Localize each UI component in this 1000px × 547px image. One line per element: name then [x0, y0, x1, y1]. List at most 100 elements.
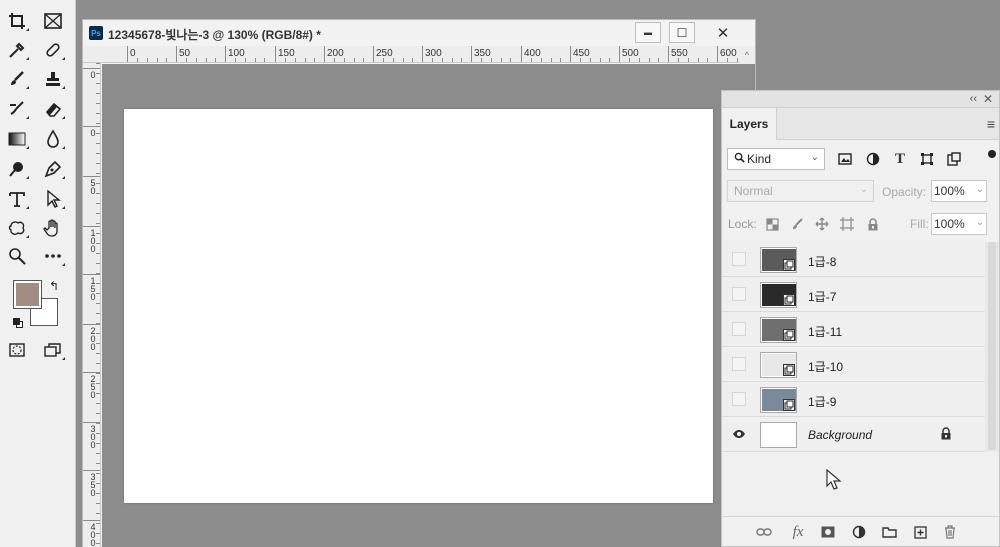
frame-tool-icon[interactable]: [38, 8, 68, 34]
type-filter-icon[interactable]: T: [892, 151, 908, 167]
swap-colors-icon[interactable]: ↰: [49, 279, 59, 293]
layer-thumbnail[interactable]: [760, 247, 797, 273]
layer-name[interactable]: 1급-8: [808, 253, 836, 270]
gradient-tool-icon[interactable]: [2, 126, 32, 152]
brush-tool-icon[interactable]: [2, 66, 32, 92]
folder-icon[interactable]: [880, 523, 898, 541]
visibility-toggle[interactable]: [732, 392, 746, 406]
close-button[interactable]: ✕: [703, 22, 743, 43]
document-titlebar[interactable]: Ps 12345678-빛나는-3 @ 130% (RGB/8#) * ▬ ☐ …: [83, 20, 755, 46]
ruler-major-tick: [521, 46, 522, 62]
adjustment-filter-icon[interactable]: [865, 151, 881, 167]
ruler-label: 3 0 0: [90, 424, 96, 450]
ruler-minor-tick: [96, 363, 100, 364]
hand-tool-icon[interactable]: [38, 215, 68, 241]
eyedropper-tool-icon[interactable]: [2, 37, 32, 63]
layer-row[interactable]: 1급-9: [722, 382, 985, 417]
lock-position-icon[interactable]: [814, 216, 830, 232]
collapse-panel-icon[interactable]: ‹‹: [970, 93, 977, 105]
close-panel-icon[interactable]: ✕: [983, 92, 993, 106]
ruler-label: 350: [474, 48, 491, 59]
default-colors-icon[interactable]: [13, 318, 23, 328]
trash-icon[interactable]: [941, 523, 959, 541]
kind-filter-select[interactable]: Kind ⌄: [727, 148, 825, 170]
ruler-minor-tick: [96, 223, 100, 224]
layer-name[interactable]: 1급-11: [808, 323, 842, 340]
horizontal-ruler[interactable]: 0 50 100 150 200 250 300 350 400 450 500 550 600: [83, 46, 739, 63]
layer-row[interactable]: Background: [722, 417, 985, 452]
layer-list[interactable]: 1급-8 1급-7 1급-11 1급-10 1급-9 Background: [722, 242, 985, 452]
eraser-tool-icon[interactable]: [38, 96, 68, 122]
maximize-button[interactable]: ☐: [669, 22, 695, 43]
smart-object-filter-icon[interactable]: [946, 151, 962, 167]
visibility-toggle[interactable]: [732, 357, 746, 371]
lock-all-icon[interactable]: [865, 216, 881, 232]
blend-mode-select[interactable]: Normal ⌄: [727, 180, 874, 202]
ruler-minor-tick: [96, 263, 100, 264]
layer-row[interactable]: 1급-10: [722, 347, 985, 382]
visibility-toggle[interactable]: [732, 252, 746, 266]
tab-layers[interactable]: Layers: [722, 108, 777, 140]
layer-name[interactable]: 1급-9: [808, 393, 836, 410]
visibility-toggle[interactable]: [732, 322, 746, 336]
scrollbar-thumb[interactable]: [988, 242, 996, 450]
lock-icon[interactable]: [940, 427, 952, 443]
shape-filter-icon[interactable]: [919, 151, 935, 167]
link-icon[interactable]: [755, 523, 773, 541]
path-selection-tool-icon[interactable]: [38, 186, 68, 212]
more-tools-icon[interactable]: [38, 243, 68, 269]
document-canvas[interactable]: [124, 109, 713, 503]
blend-row: Normal ⌄ Opacity: 100% ⌄: [722, 178, 999, 204]
lock-artboard-icon[interactable]: [839, 216, 855, 232]
pen-tool-icon[interactable]: [38, 156, 68, 182]
new-layer-icon[interactable]: [911, 523, 929, 541]
adjustment-icon[interactable]: [850, 523, 868, 541]
dodge-tool-icon[interactable]: [2, 156, 32, 182]
layer-row[interactable]: 1급-11: [722, 312, 985, 347]
layer-name[interactable]: 1급-10: [808, 358, 843, 375]
zoom-tool-icon[interactable]: [2, 243, 32, 269]
panel-menu-icon[interactable]: ≡: [987, 116, 995, 132]
eye-icon[interactable]: [732, 427, 746, 441]
screen-mode-icon[interactable]: [38, 337, 68, 363]
crop-tool-icon[interactable]: [2, 8, 32, 34]
fx-icon[interactable]: fx: [789, 523, 807, 541]
clone-stamp-tool-icon[interactable]: [38, 66, 68, 92]
layer-list-scrollbar[interactable]: [985, 242, 999, 452]
custom-shape-tool-icon[interactable]: [2, 215, 32, 241]
layer-thumbnail[interactable]: [760, 317, 797, 343]
mask-icon[interactable]: [819, 523, 837, 541]
ruler-minor-tick: [96, 333, 100, 334]
chevron-down-icon: ⌄: [975, 217, 984, 228]
layer-thumbnail[interactable]: [760, 352, 797, 378]
filter-toggle-icon[interactable]: [988, 150, 996, 158]
blur-tool-icon[interactable]: [38, 126, 68, 152]
vertical-ruler[interactable]: 005 01 0 01 5 02 0 02 5 03 0 03 5 04 0 0: [83, 63, 101, 547]
visibility-toggle[interactable]: [732, 287, 746, 301]
layer-name[interactable]: 1급-7: [808, 288, 836, 305]
canvas-pasteboard[interactable]: [102, 64, 755, 547]
layer-thumbnail[interactable]: [760, 387, 797, 413]
ruler-minor-tick: [658, 58, 659, 62]
lock-image-pixels-icon[interactable]: [789, 216, 805, 232]
panel-header-strip[interactable]: ‹‹ ✕: [722, 91, 999, 108]
minimize-button[interactable]: ▬: [635, 22, 661, 43]
scroll-up-button[interactable]: ^: [739, 46, 755, 64]
type-tool-icon[interactable]: [2, 186, 32, 212]
quick-mask-icon[interactable]: [2, 337, 32, 363]
layer-thumbnail[interactable]: [760, 282, 797, 308]
image-filter-icon[interactable]: [837, 151, 853, 167]
opacity-value: 100%: [934, 184, 965, 198]
ruler-minor-tick: [137, 58, 138, 62]
history-brush-tool-icon[interactable]: [2, 96, 32, 122]
layer-thumbnail[interactable]: [760, 422, 797, 448]
layer-name[interactable]: Background: [808, 428, 872, 442]
fill-input[interactable]: 100% ⌄: [931, 213, 987, 235]
layer-row[interactable]: 1급-8: [722, 242, 985, 277]
layer-row[interactable]: 1급-7: [722, 277, 985, 312]
search-icon: [734, 152, 745, 166]
lock-transparent-pixels-icon[interactable]: [764, 216, 780, 232]
healing-brush-tool-icon[interactable]: [38, 37, 68, 63]
opacity-label: Opacity:: [882, 185, 927, 199]
opacity-input[interactable]: 100% ⌄: [931, 180, 987, 202]
